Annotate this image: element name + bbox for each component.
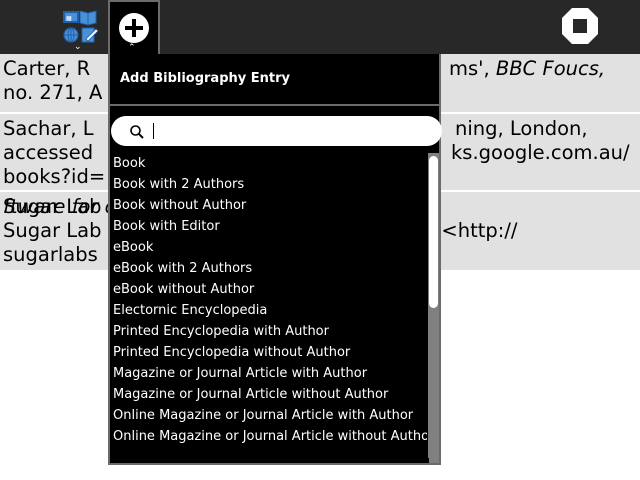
menu-item[interactable]: eBook with 2 Authors <box>113 258 427 279</box>
add-entry-button[interactable]: ⌃ <box>108 0 160 54</box>
menu-item[interactable]: Magazine or Journal Article without Auth… <box>113 384 427 405</box>
menu-item[interactable]: eBook without Author <box>113 279 427 300</box>
entry-text: no. 271, A <box>3 81 103 104</box>
menu-item[interactable]: Magazine or Journal Article with Author <box>113 363 427 384</box>
menu-item[interactable]: Book <box>113 153 427 174</box>
menu-item[interactable]: Book with Editor <box>113 216 427 237</box>
menu-item-partial[interactable] <box>113 447 427 453</box>
entry-text: ms', BBC Foucs, <box>449 57 606 80</box>
entry-text: , <http:// <box>429 219 518 242</box>
bibliography-activity-icon: ▦ <box>63 10 99 43</box>
entry-text: ning, London, <box>455 117 588 140</box>
menu-item[interactable]: Printed Encyclopedia without Author <box>113 342 427 363</box>
add-entry-palette: Add Bibliography Entry Book Book with 2 A… <box>108 54 442 465</box>
menu-item[interactable]: Printed Encyclopedia with Author <box>113 321 427 342</box>
entry-type-list: Book Book with 2 Authors Book without Auth… <box>113 153 427 461</box>
stop-button[interactable] <box>560 6 600 46</box>
palette-title: Add Bibliography Entry <box>120 71 290 86</box>
chevron-down-icon: ⌄ <box>74 42 82 52</box>
text-cursor <box>153 123 154 139</box>
menu-item[interactable]: Book without Author <box>113 195 427 216</box>
stop-icon <box>562 8 598 44</box>
toolbar: ▦ ⌄ ⌃ <box>0 0 640 54</box>
search-field[interactable] <box>111 116 442 146</box>
menu-item[interactable]: Book with 2 Authors <box>113 174 427 195</box>
entry-text: sugarlabs <box>3 243 98 266</box>
entry-text: ks.google.com.au/ <box>451 141 630 164</box>
scrollbar-thumb[interactable] <box>429 156 438 308</box>
menu-item[interactable]: Online Magazine or Journal Article with … <box>113 405 427 426</box>
search-icon <box>130 125 144 139</box>
svg-text:▦: ▦ <box>66 15 72 22</box>
entry-text: books?id= <box>3 165 106 188</box>
palette-divider <box>110 104 439 106</box>
add-circle-icon <box>119 13 149 43</box>
entry-text: Sugar Lab <box>3 195 102 218</box>
scrollbar[interactable] <box>428 153 439 463</box>
menu-item[interactable]: Online Magazine or Journal Article witho… <box>113 426 427 447</box>
entry-text: accessed <box>3 141 94 164</box>
entry-text: Carter, R <box>3 57 91 80</box>
menu-item[interactable]: eBook <box>113 237 427 258</box>
chevron-up-icon: ⌃ <box>128 43 136 53</box>
entry-text: Sugar Lab <box>3 219 102 242</box>
activity-button[interactable]: ▦ ⌄ <box>58 6 102 54</box>
menu-item[interactable]: Electornic Encyclopedia <box>113 300 427 321</box>
entry-text: Sachar, L <box>3 117 94 140</box>
palette-bottom <box>110 458 429 463</box>
